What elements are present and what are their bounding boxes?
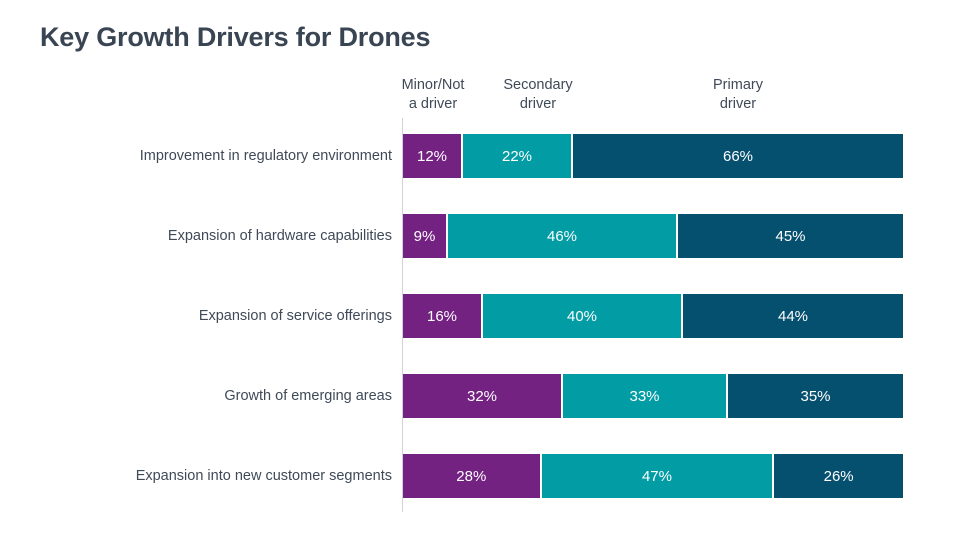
bar-segment-primary-driver[interactable]: 45% <box>678 214 903 258</box>
category-label: Growth of emerging areas <box>224 388 392 404</box>
bar-segment-minor-not-a-driver[interactable]: 12% <box>403 134 463 178</box>
bar-value-label: 46% <box>546 227 578 245</box>
bar-segment-secondary-driver[interactable]: 33% <box>563 374 728 418</box>
bar-segment-secondary-driver[interactable]: 40% <box>483 294 683 338</box>
bar-segment-primary-driver[interactable]: 44% <box>683 294 903 338</box>
bar-segment-minor-not-a-driver[interactable]: 28% <box>403 454 542 498</box>
chart-title: Key Growth Drivers for Drones <box>40 22 431 52</box>
bar-row: 32% 33% 35% <box>403 374 903 418</box>
bar-value-label: 32% <box>466 387 498 405</box>
bar-value-label: 16% <box>426 307 458 325</box>
bar-row: 12% 22% 66% <box>403 134 903 178</box>
bar-value-label: 45% <box>775 227 806 245</box>
bar-value-label: 66% <box>722 147 754 165</box>
legend-label-line-1: Secondary <box>503 77 573 93</box>
bar-value-label: 35% <box>800 387 831 405</box>
plot-area: 12% 22% 66% 9% 46% 45% 16% 40% 44% 32% 3… <box>403 134 903 498</box>
chart-legend: Minor/Not a driver Secondary driver Prim… <box>402 76 903 118</box>
legend-item-secondary-driver: Secondary driver <box>458 76 618 114</box>
bar-value-label: 22% <box>501 147 533 165</box>
bar-segment-minor-not-a-driver[interactable]: 32% <box>403 374 563 418</box>
bar-segment-primary-driver[interactable]: 26% <box>774 454 903 498</box>
bar-row: 9% 46% 45% <box>403 214 903 258</box>
bar-value-label: 28% <box>456 467 487 485</box>
category-axis-labels: Improvement in regulatory environment Ex… <box>0 134 392 496</box>
bar-segment-secondary-driver[interactable]: 47% <box>541 454 775 498</box>
category-label: Expansion into new customer segments <box>135 468 392 484</box>
bar-value-label: 12% <box>416 147 448 165</box>
bar-value-label: 33% <box>629 387 660 405</box>
legend-label-line-2: driver <box>719 96 757 112</box>
bar-value-label: 9% <box>413 227 436 245</box>
legend-item-primary-driver: Primary driver <box>658 76 818 114</box>
bar-value-label: 44% <box>777 307 809 325</box>
category-label: Expansion of service offerings <box>198 308 392 324</box>
chart-container: Key Growth Drivers for Drones Minor/Not … <box>0 0 960 540</box>
bar-row: 16% 40% 44% <box>403 294 903 338</box>
bar-segment-secondary-driver[interactable]: 22% <box>463 134 573 178</box>
bar-value-label: 26% <box>823 467 854 485</box>
bar-segment-minor-not-a-driver[interactable]: 9% <box>403 214 448 258</box>
bar-segment-secondary-driver[interactable]: 46% <box>448 214 678 258</box>
bar-segment-primary-driver[interactable]: 35% <box>728 374 903 418</box>
bar-value-label: 47% <box>641 467 672 485</box>
category-label: Expansion of hardware capabilities <box>167 228 392 244</box>
bar-segment-primary-driver[interactable]: 66% <box>573 134 903 178</box>
category-label: Improvement in regulatory environment <box>139 148 392 164</box>
legend-label-line-1: Primary <box>713 77 763 93</box>
bar-value-label: 40% <box>566 307 598 325</box>
bar-segment-minor-not-a-driver[interactable]: 16% <box>403 294 483 338</box>
legend-label-line-2: driver <box>519 96 557 112</box>
bar-row: 28% 47% 26% <box>403 454 903 498</box>
